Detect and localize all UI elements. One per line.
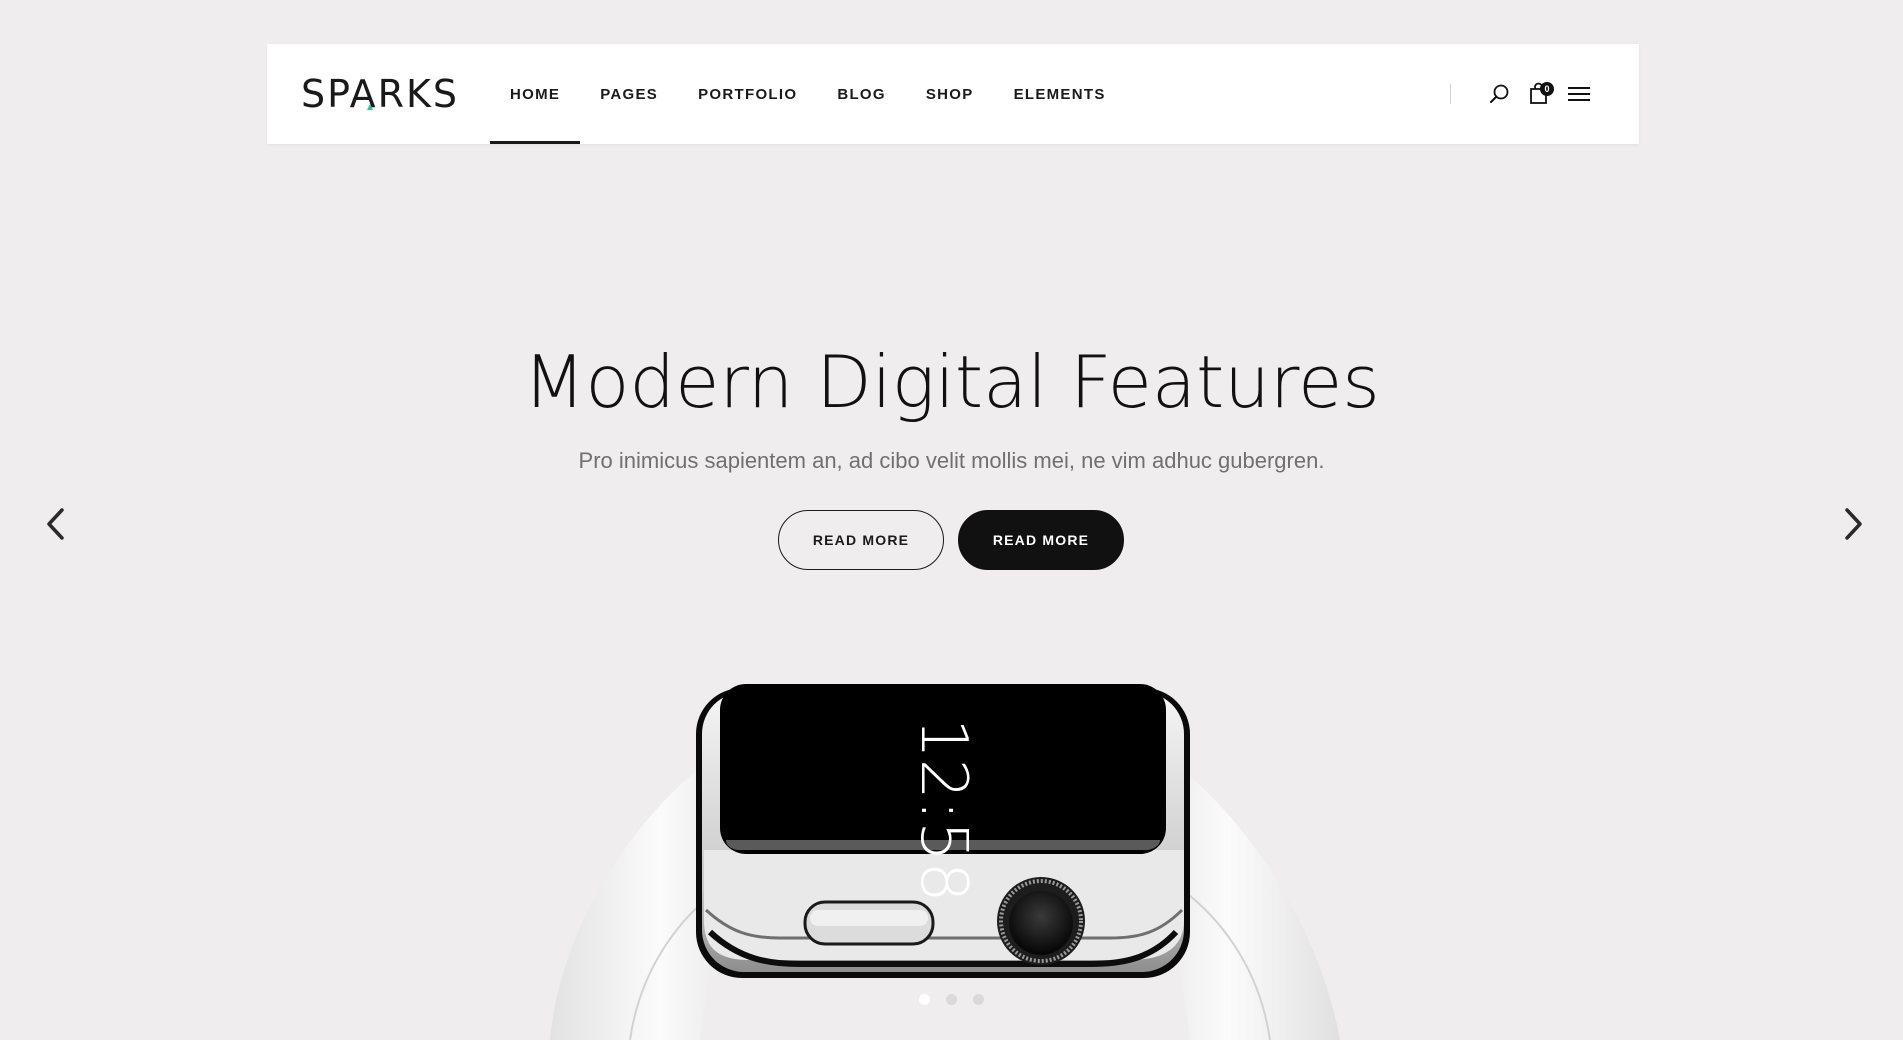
nav-item-home[interactable]: HOME xyxy=(490,44,581,144)
site-header: SPARKS HOME PAGES PORTFOLIO BLOG SHOP EL… xyxy=(267,44,1639,144)
logo[interactable]: SPARKS xyxy=(301,72,460,116)
hero-buttons: READ MORE READ MORE xyxy=(778,510,1124,570)
slider-dot-2[interactable] xyxy=(946,994,957,1005)
smartwatch-image: 12:58 xyxy=(550,684,1340,1040)
watch-time: 12:58 xyxy=(906,718,980,902)
nav-item-portfolio[interactable]: PORTFOLIO xyxy=(678,44,817,144)
nav-item-blog[interactable]: BLOG xyxy=(817,44,906,144)
read-more-outline-button[interactable]: READ MORE xyxy=(778,510,944,570)
hero-title: Modern Digital Features xyxy=(523,340,1380,424)
shopping-bag-icon[interactable]: 0 xyxy=(1519,74,1559,114)
slider-dot-3[interactable] xyxy=(973,994,984,1005)
slider-pagination xyxy=(919,994,984,1005)
main-nav: HOME PAGES PORTFOLIO BLOG SHOP ELEMENTS xyxy=(490,44,1126,144)
chevron-left-icon xyxy=(47,508,64,540)
header-tools: 0 xyxy=(1450,44,1599,144)
slider-next-button[interactable] xyxy=(1837,504,1869,544)
logo-text: SPARKS xyxy=(301,72,460,116)
page: SPARKS HOME PAGES PORTFOLIO BLOG SHOP EL… xyxy=(0,0,1903,1040)
read-more-solid-button[interactable]: READ MORE xyxy=(958,510,1124,570)
header-divider xyxy=(1450,84,1451,104)
hero-subtitle: Pro inimicus sapientem an, ad cibo velit… xyxy=(578,448,1325,473)
nav-item-shop[interactable]: SHOP xyxy=(906,44,994,144)
hamburger-menu-icon[interactable] xyxy=(1559,74,1599,114)
cart-count-badge: 0 xyxy=(1540,82,1554,96)
search-icon[interactable] xyxy=(1479,74,1519,114)
nav-item-elements[interactable]: ELEMENTS xyxy=(994,44,1126,144)
nav-item-pages[interactable]: PAGES xyxy=(580,44,678,144)
slider-prev-button[interactable] xyxy=(40,504,72,544)
chevron-right-icon xyxy=(1845,508,1862,540)
slider-dot-1[interactable] xyxy=(919,994,930,1005)
